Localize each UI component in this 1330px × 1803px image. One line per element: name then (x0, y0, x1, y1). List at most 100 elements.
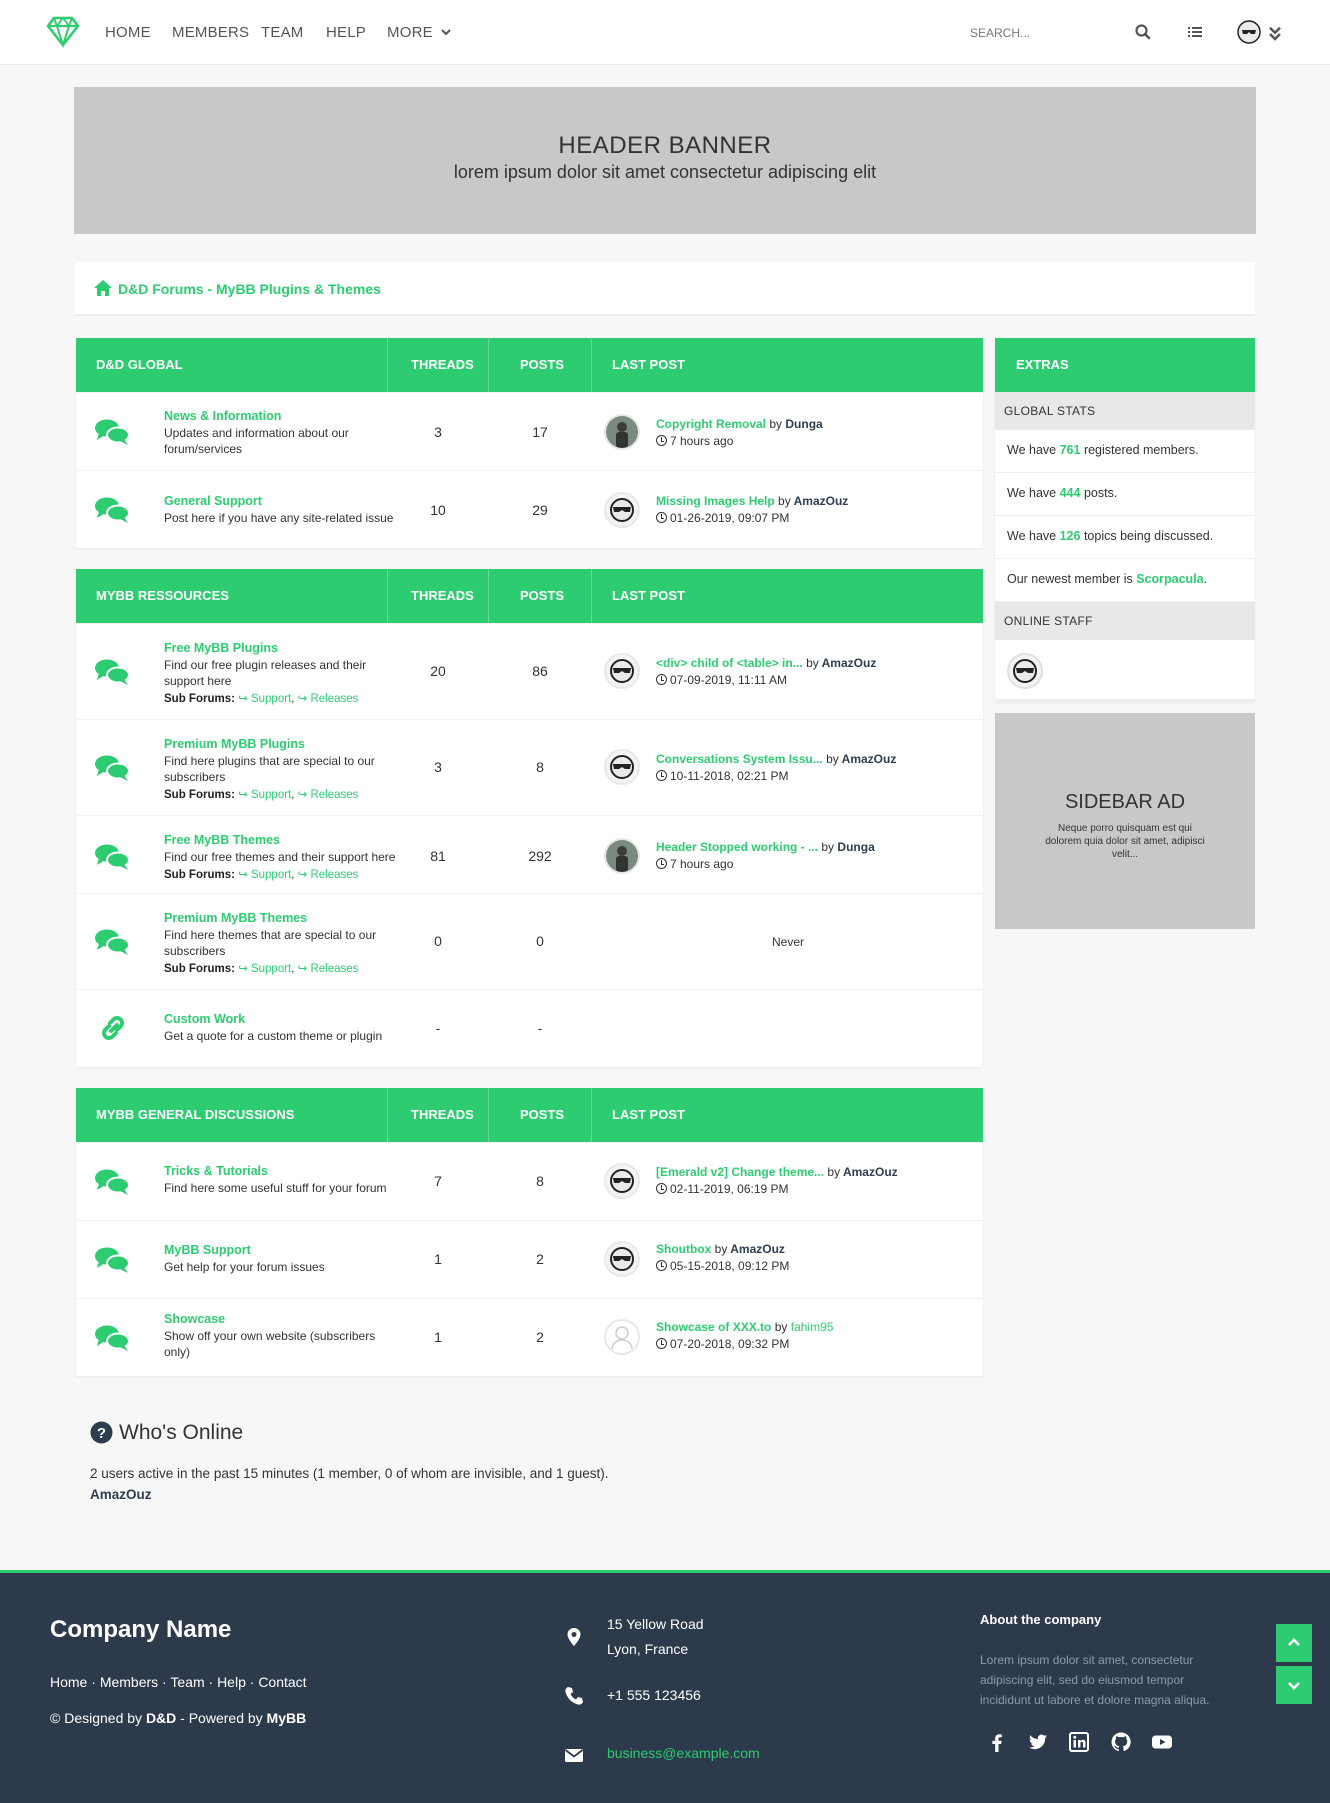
stat-newest-member: Our newest member is Scorpacula. (995, 559, 1255, 602)
last-post-never: Never (772, 935, 805, 949)
forum-row[interactable]: Premium MyBB Plugins Find here plugins t… (76, 719, 983, 815)
forum-row[interactable]: Showcase Show off your own website (subs… (76, 1298, 983, 1376)
footer-phone[interactable]: +1 555 123456 (607, 1683, 701, 1708)
credit-powered-by: - Powered by (180, 1710, 263, 1726)
last-post-link[interactable]: Copyright Removal (656, 417, 766, 431)
credit-dd-link[interactable]: D&D (146, 1710, 176, 1726)
stat-posts: We have 444 posts. (995, 473, 1255, 516)
youtube-icon[interactable] (1151, 1731, 1173, 1753)
linkedin-icon[interactable] (1068, 1731, 1090, 1753)
last-post-link[interactable]: <div> child of <table> in... (656, 656, 803, 670)
forum-row[interactable]: Free MyBB Themes Find our free themes an… (76, 815, 983, 893)
last-post-user[interactable]: Dunga (837, 840, 874, 854)
search-input[interactable] (970, 22, 1120, 44)
breadcrumb-link[interactable]: D&D Forums - MyBB Plugins & Themes (118, 281, 381, 297)
last-post-user[interactable]: AmazOuz (822, 656, 877, 670)
last-post-avatar[interactable] (604, 414, 640, 450)
user-photo-icon (606, 840, 638, 872)
subforum-support-link[interactable]: Support (251, 693, 291, 705)
last-post-line: Missing Images Help by AmazOuz (656, 494, 848, 508)
subforum-releases-link[interactable]: Releases (310, 789, 358, 801)
last-post-avatar[interactable] (604, 1163, 640, 1199)
forum-title[interactable]: MyBB Support (164, 1243, 251, 1257)
subforum-support-link[interactable]: Support (251, 963, 291, 975)
forum-title[interactable]: Free MyBB Plugins (164, 641, 278, 655)
last-post-user[interactable]: AmazOuz (730, 1242, 785, 1256)
last-post-link[interactable]: Missing Images Help (656, 494, 775, 508)
github-icon[interactable] (1110, 1731, 1132, 1753)
forum-title[interactable]: Free MyBB Themes (164, 833, 280, 847)
subforum-releases-link[interactable]: Releases (310, 693, 358, 705)
last-post-link[interactable]: Conversations System Issu... (656, 752, 823, 766)
forum-title[interactable]: Showcase (164, 1312, 225, 1326)
search-icon[interactable] (1133, 22, 1153, 42)
home-icon[interactable] (93, 279, 113, 297)
nav-more[interactable]: MORE (387, 24, 451, 41)
last-post-avatar[interactable] (604, 1241, 640, 1277)
footer-link-contact[interactable]: Contact (258, 1674, 306, 1690)
last-post-link[interactable]: Shoutbox (656, 1242, 711, 1256)
forum-row[interactable]: Free MyBB Plugins Find our free plugin r… (76, 623, 983, 719)
sidebar-ad[interactable]: SIDEBAR AD Neque porro quisquam est qui … (995, 713, 1255, 929)
list-icon[interactable] (1185, 22, 1205, 42)
nav-help[interactable]: HELP (326, 24, 366, 41)
forum-row[interactable]: General Support Post here if you have an… (76, 470, 983, 548)
forum-title[interactable]: Tricks & Tutorials (164, 1164, 268, 1178)
last-post-link[interactable]: Header Stopped working - ... (656, 840, 818, 854)
post-count: 29 (532, 502, 548, 518)
nav-team[interactable]: TEAM (261, 24, 303, 41)
scroll-down-button[interactable] (1276, 1666, 1312, 1704)
twitter-icon[interactable] (1027, 1731, 1049, 1753)
scroll-up-button[interactable] (1276, 1624, 1312, 1662)
last-post-avatar[interactable] (604, 838, 640, 874)
forum-row[interactable]: News & Information Updates and informati… (76, 392, 983, 470)
forum-row[interactable]: Custom Work Get a quote for a custom the… (76, 989, 983, 1067)
forum-row[interactable]: MyBB Support Get help for your forum iss… (76, 1220, 983, 1298)
last-post-avatar[interactable] (604, 653, 640, 689)
subforum-support-link[interactable]: Support (251, 789, 291, 801)
facebook-icon[interactable] (986, 1731, 1008, 1753)
user-avatar[interactable] (1237, 20, 1261, 44)
staff-avatar[interactable] (1007, 653, 1043, 689)
subforum-releases-link[interactable]: Releases (310, 963, 358, 975)
newest-member-link[interactable]: Scorpacula (1136, 572, 1203, 586)
clock-icon (656, 770, 667, 781)
forum-row[interactable]: Premium MyBB Themes Find here themes tha… (76, 893, 983, 989)
diamond-logo-icon[interactable] (46, 14, 80, 48)
footer-email-link[interactable]: business@example.com (607, 1741, 760, 1766)
last-post-user[interactable]: Dunga (785, 417, 822, 431)
subforum-releases-link[interactable]: Releases (310, 869, 358, 881)
last-post-avatar[interactable] (604, 749, 640, 785)
address-line-1: 15 Yellow Road (607, 1616, 704, 1632)
credit-mybb-link[interactable]: MyBB (267, 1710, 307, 1726)
forum-title[interactable]: News & Information (164, 409, 281, 423)
last-post-user[interactable]: AmazOuz (843, 1165, 898, 1179)
forum-row[interactable]: Tricks & Tutorials Find here some useful… (76, 1142, 983, 1220)
footer-link-members[interactable]: Members (100, 1674, 158, 1690)
chat-bubbles-icon (94, 418, 130, 446)
nav-members[interactable]: MEMBERS (172, 24, 249, 41)
online-user-link[interactable]: AmazOuz (90, 1487, 152, 1502)
nav-home[interactable]: HOME (105, 24, 151, 41)
sunglasses-avatar-icon (610, 498, 634, 522)
last-post-link[interactable]: [Emerald v2] Change theme... (656, 1165, 824, 1179)
banner-title: HEADER BANNER (558, 132, 772, 159)
footer-link-team[interactable]: Team (170, 1674, 204, 1690)
forum-title[interactable]: General Support (164, 494, 262, 508)
forum-title[interactable]: Premium MyBB Themes (164, 911, 307, 925)
last-post-link[interactable]: Showcase of XXX.to (656, 1320, 771, 1334)
last-post-user[interactable]: fahim95 (791, 1320, 834, 1334)
subforum-support-link[interactable]: Support (251, 869, 291, 881)
last-post-avatar[interactable] (604, 492, 640, 528)
last-post-user[interactable]: AmazOuz (842, 752, 897, 766)
forum-title[interactable]: Premium MyBB Plugins (164, 737, 305, 751)
forum-title[interactable]: Custom Work (164, 1012, 245, 1026)
clock-icon (656, 1338, 667, 1349)
last-post-user[interactable]: AmazOuz (794, 494, 849, 508)
sidebar-ad-title: SIDEBAR AD (1064, 791, 1186, 813)
double-chevron-down-icon[interactable] (1265, 24, 1285, 44)
last-post-avatar[interactable] (604, 1319, 640, 1355)
footer-link-help[interactable]: Help (217, 1674, 246, 1690)
stat-value: 444 (1059, 486, 1081, 500)
footer-link-home[interactable]: Home (50, 1674, 87, 1690)
